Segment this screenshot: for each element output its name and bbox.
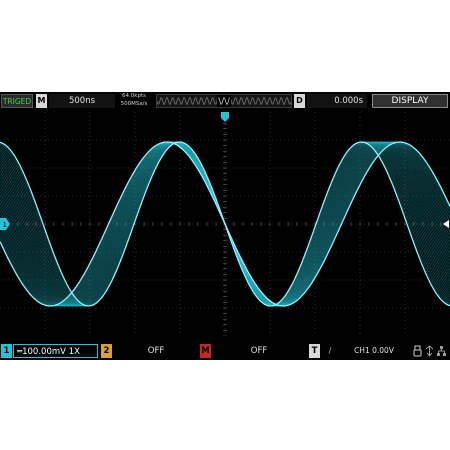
waveform-display-area[interactable]: 1 (0, 111, 450, 337)
waveform-memory-preview[interactable] (156, 94, 292, 108)
status-icons (410, 344, 449, 358)
ch1-marker-label: 1 (3, 221, 7, 229)
trigger-source-level[interactable]: CH1 0.00V (340, 344, 408, 358)
lan-icon (437, 346, 446, 356)
network-icon (425, 345, 434, 357)
memory-preview-wave (156, 95, 292, 107)
delay-badge[interactable]: D (294, 94, 305, 108)
waveform-sweep (0, 141, 450, 307)
horizontal-delay-readout[interactable]: 0.000s (307, 94, 367, 108)
main-timebase-badge[interactable]: M (36, 94, 47, 108)
display-button[interactable]: DISPLAY (372, 94, 448, 108)
memory-depth-text: 64.0kpts (122, 93, 146, 99)
ch2-badge[interactable]: 2 (101, 344, 112, 358)
ch2-status[interactable]: OFF (114, 344, 198, 358)
trigger-position-marker[interactable] (221, 112, 229, 122)
top-status-bar: TRIGED M 500ns 64.0kpts 500MSa/s D 0.000… (0, 92, 450, 110)
math-badge[interactable]: M (200, 344, 211, 358)
usb-icon (413, 345, 422, 357)
trigger-status-indicator: TRIGED (1, 94, 33, 108)
waveform-canvas: 1 (0, 111, 450, 337)
oscilloscope-screen: TRIGED M 500ns 64.0kpts 500MSa/s D 0.000… (0, 92, 450, 360)
trigger-slope-icon: ∕ (328, 346, 332, 355)
ch1-badge[interactable]: 1 (1, 344, 12, 358)
math-status[interactable]: OFF (213, 344, 305, 358)
timebase-readout[interactable]: 500ns (49, 94, 115, 108)
bottom-status-bar: 1 ═100.00mV 1X 2 OFF M OFF T ∕ CH1 0.00V (0, 342, 450, 360)
ch1-waveform-trace (0, 141, 450, 307)
sample-rate-text: 500MSa/s (120, 100, 148, 107)
sampling-info: 64.0kpts 500MSa/s (117, 93, 151, 109)
ch1-scale-setting[interactable]: ═100.00mV 1X (13, 344, 98, 358)
trigger-badge[interactable]: T (309, 344, 320, 358)
